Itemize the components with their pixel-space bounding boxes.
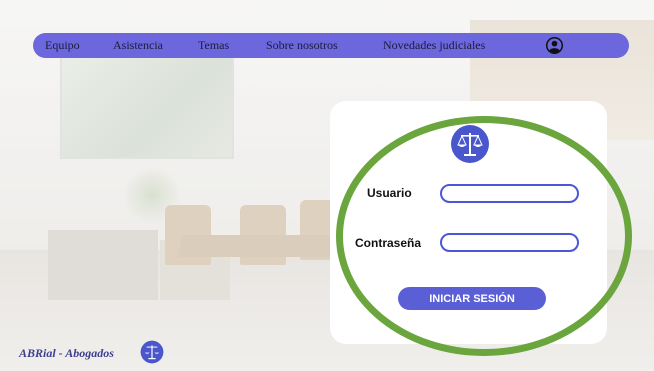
top-nav-bar: Equipo Asistencia Temas Sobre nosotros N… (33, 33, 629, 58)
login-submit-button[interactable]: INICIAR SESIÓN (398, 287, 546, 310)
password-label: Contraseña (355, 236, 422, 250)
scales-of-justice-icon (140, 340, 164, 364)
nav-item-asistencia[interactable]: Asistencia (113, 33, 163, 58)
user-circle-icon[interactable] (545, 36, 564, 55)
nav-item-novedades-judiciales[interactable]: Novedades judiciales (383, 33, 485, 58)
nav-item-equipo[interactable]: Equipo (45, 33, 80, 58)
nav-item-sobre-nosotros[interactable]: Sobre nosotros (266, 33, 338, 58)
scales-of-justice-icon (451, 125, 489, 163)
footer-brand-name: ABRial - Abogados (19, 346, 114, 360)
username-label: Usuario (367, 186, 412, 200)
password-input[interactable] (440, 233, 579, 252)
nav-item-temas[interactable]: Temas (198, 33, 229, 58)
username-input[interactable] (440, 184, 579, 203)
